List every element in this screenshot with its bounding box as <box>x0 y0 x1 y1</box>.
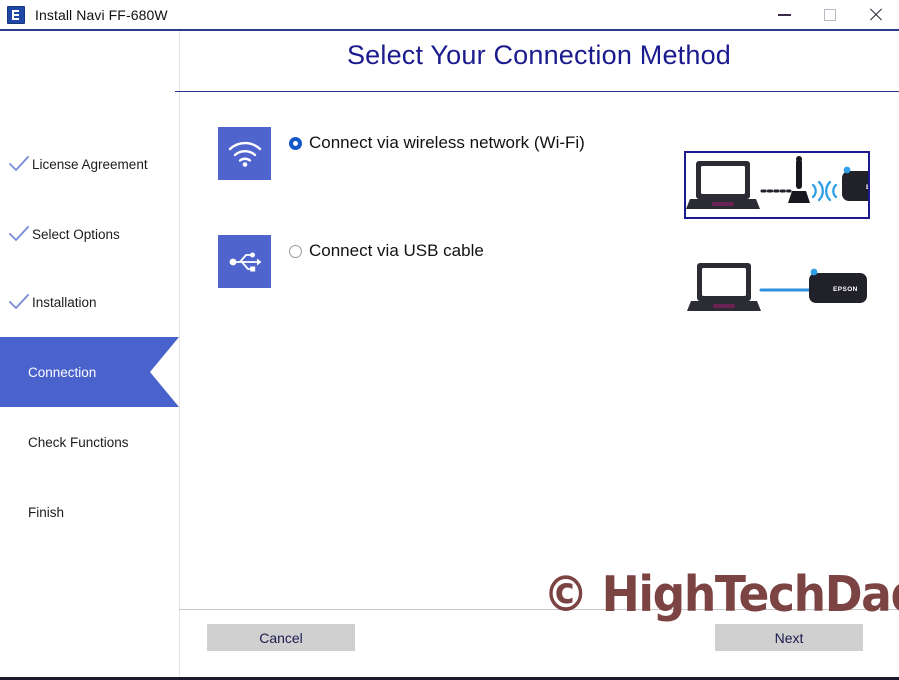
sidebar-item-label: Connection <box>28 364 97 380</box>
laptop-illustration <box>686 161 760 209</box>
signal-waves-left <box>825 180 838 202</box>
usb-connection-diagram: EPSON <box>687 257 869 319</box>
minimize-icon <box>777 13 791 16</box>
wifi-icon-tile <box>218 127 271 180</box>
sidebar-item-label: Select Options <box>32 226 120 242</box>
footer-divider <box>179 609 898 610</box>
step-sidebar: License Agreement Select Options Install… <box>0 31 180 677</box>
usb-icon <box>229 252 261 271</box>
main-pane: Select Your Connection Method Connect vi… <box>175 31 899 677</box>
wifi-option-choice[interactable]: Connect via wireless network (Wi-Fi) <box>289 133 585 153</box>
epson-e-icon <box>7 5 25 24</box>
maximize-icon <box>824 8 836 21</box>
printer-illustration: EPSON <box>809 268 867 303</box>
sidebar-item-installation[interactable]: Installation <box>0 267 179 337</box>
wifi-connection-diagram: EPSON <box>684 151 870 219</box>
title-divider <box>175 91 899 92</box>
usb-option-choice[interactable]: Connect via USB cable <box>289 241 484 261</box>
installer-window: Install Navi FF-680W License Agreement S… <box>0 0 899 680</box>
next-button[interactable]: Next <box>715 624 863 651</box>
usb-option-label: Connect via USB cable <box>309 241 484 260</box>
wifi-radio-button[interactable] <box>289 136 302 150</box>
sidebar-item-license-agreement[interactable]: License Agreement <box>0 129 179 199</box>
usb-icon-tile <box>218 235 271 288</box>
sidebar-item-label: Finish <box>28 504 65 520</box>
maximize-button[interactable] <box>807 0 853 29</box>
window-title: Install Navi FF-680W <box>35 6 168 23</box>
close-button[interactable] <box>853 0 899 29</box>
sidebar-item-connection[interactable]: Connection <box>0 337 179 407</box>
option-row-usb: Connect via USB cable EPSON <box>179 235 899 325</box>
check-icon <box>6 226 32 242</box>
usb-radio-button[interactable] <box>289 244 302 258</box>
wifi-option-label: Connect via wireless network (Wi-Fi) <box>309 133 585 152</box>
window-controls <box>761 0 899 29</box>
printer-brand-label: EPSON <box>866 184 868 191</box>
sidebar-item-finish[interactable]: Finish <box>0 477 179 547</box>
minimize-button[interactable] <box>761 0 807 29</box>
option-row-wifi: Connect via wireless network (Wi-Fi) <box>179 127 899 219</box>
printer-illustration: EPSON <box>842 166 868 201</box>
laptop-illustration <box>687 263 761 311</box>
cancel-button[interactable]: Cancel <box>207 624 355 651</box>
check-icon <box>6 294 32 310</box>
printer-brand-label: EPSON <box>833 286 858 293</box>
sidebar-item-label: Installation <box>32 294 97 310</box>
page-title: Select Your Connection Method <box>346 40 732 70</box>
wifi-icon <box>228 141 261 167</box>
sidebar-item-select-options[interactable]: Select Options <box>0 199 179 269</box>
title-bar: Install Navi FF-680W <box>0 0 899 31</box>
check-icon <box>6 156 32 172</box>
sidebar-item-check-functions[interactable]: Check Functions <box>0 407 179 477</box>
close-icon <box>868 7 884 23</box>
sidebar-item-label: Check Functions <box>28 434 129 450</box>
router-illustration <box>788 156 810 203</box>
sidebar-item-label: License Agreement <box>32 156 148 172</box>
signal-waves-right <box>811 180 824 202</box>
